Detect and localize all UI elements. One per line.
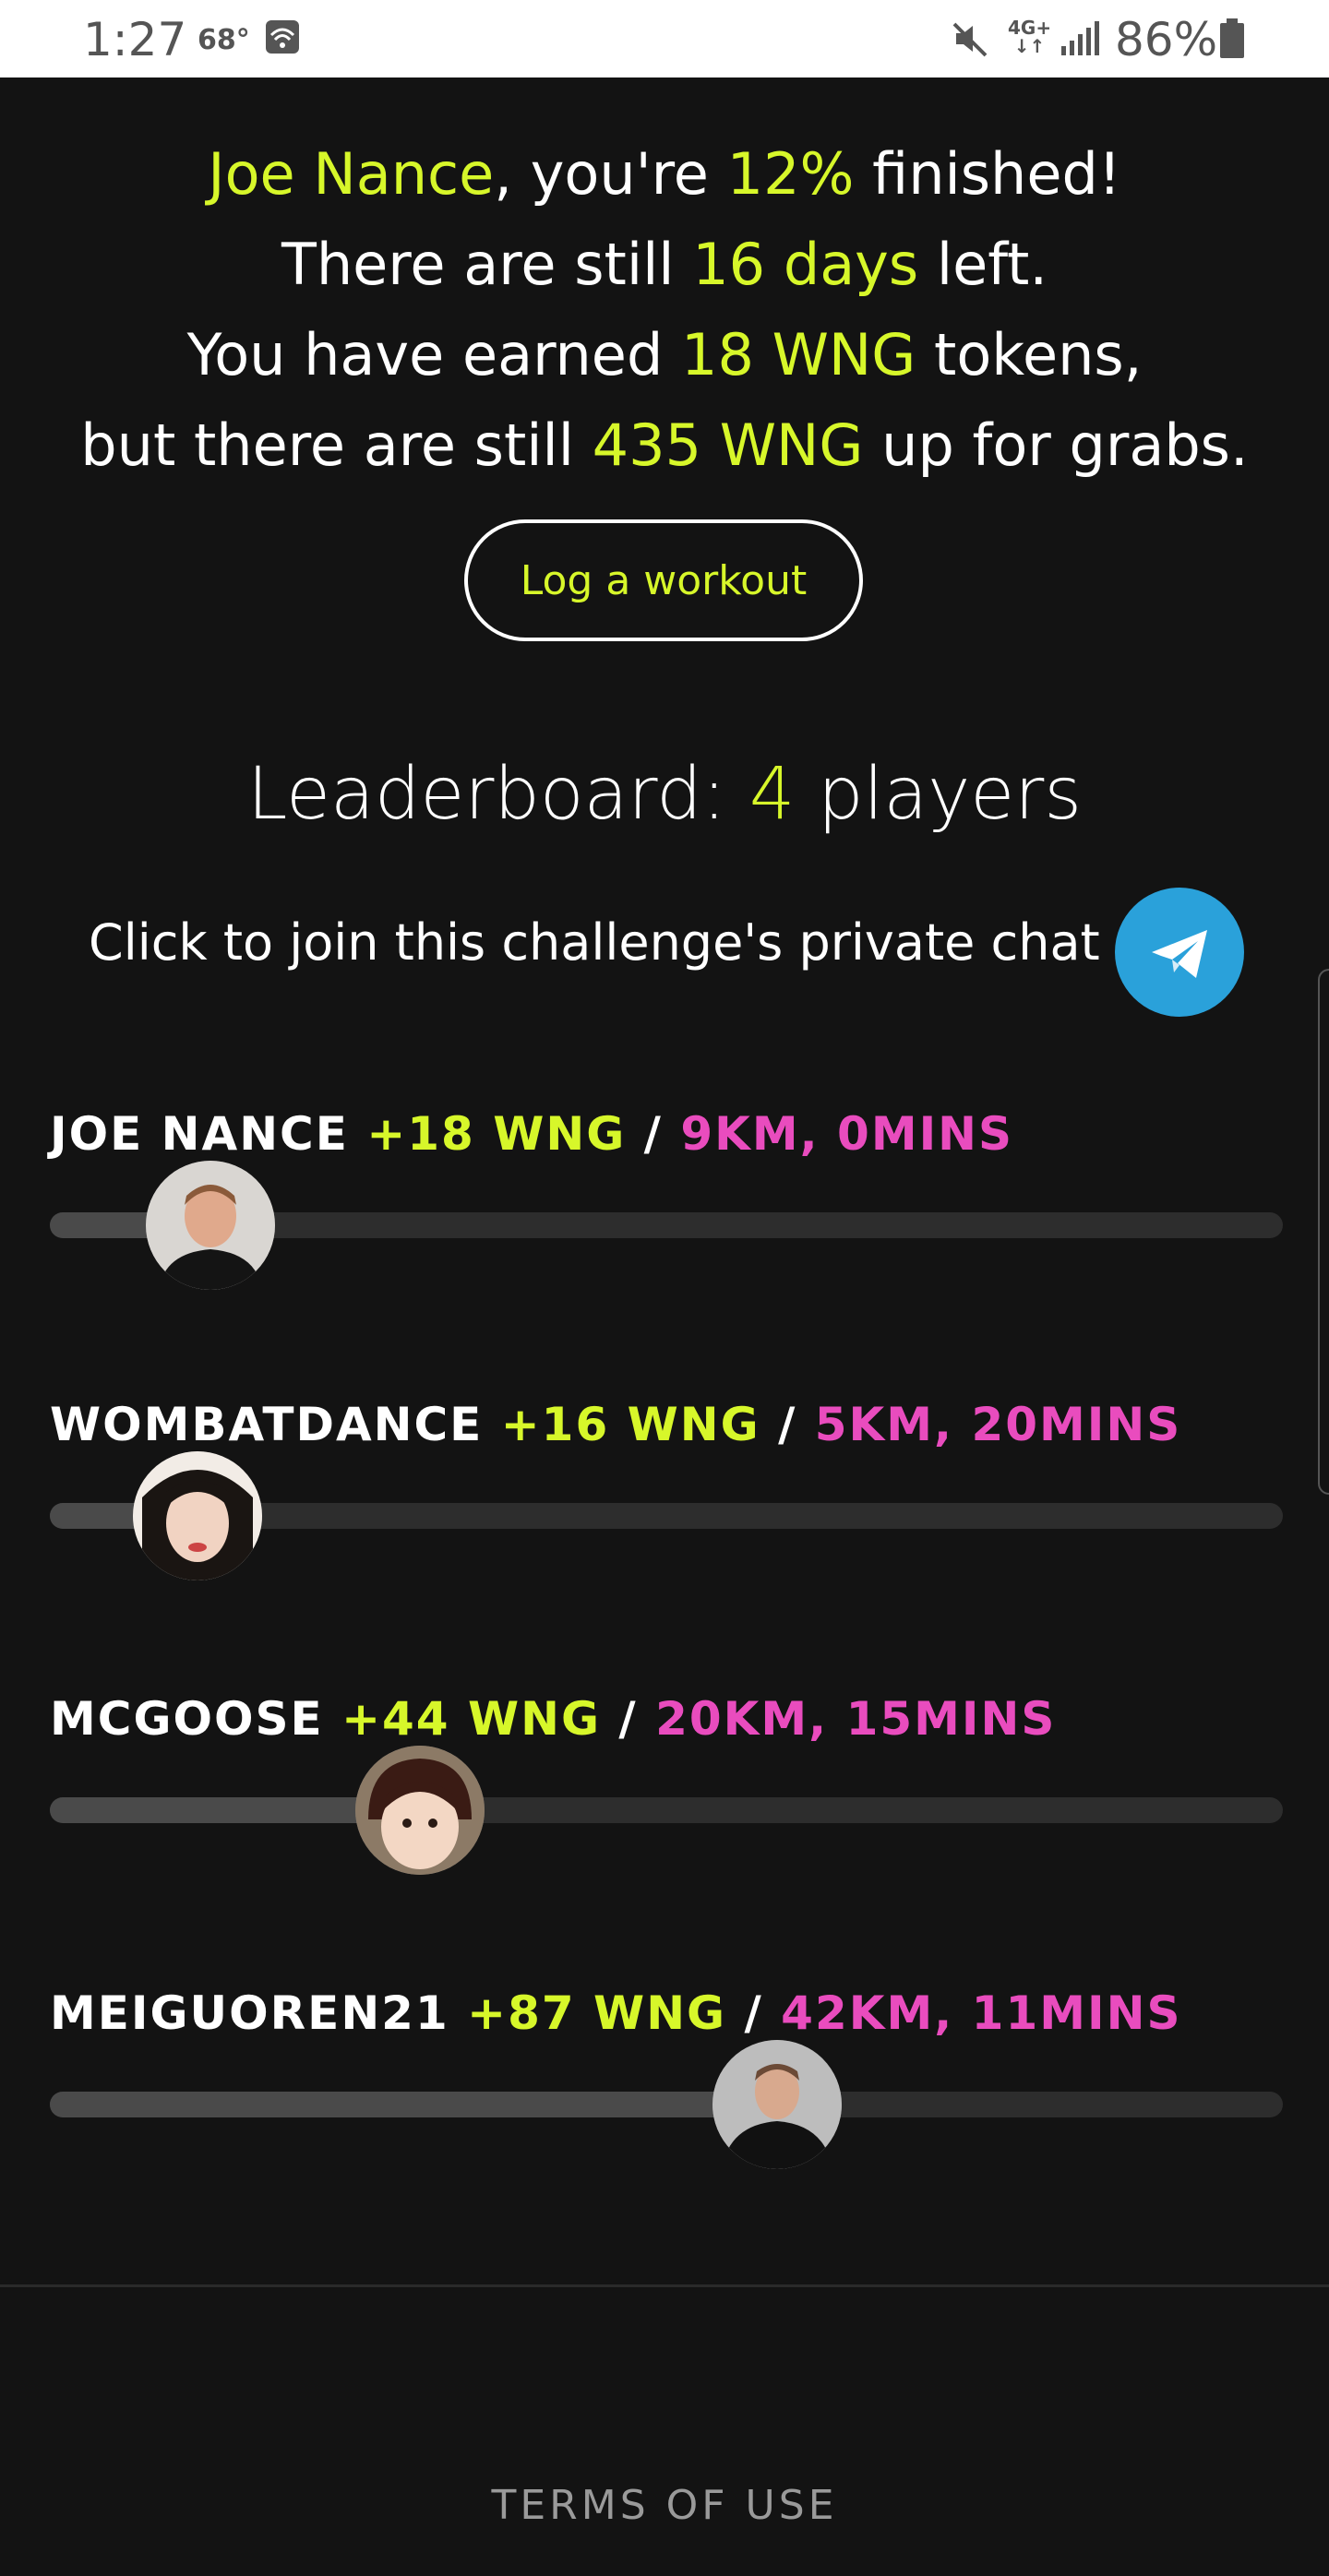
battery-icon <box>1218 18 1246 63</box>
player-row-meiguoren21: MEIGUOREN21 +87 WNG / 42KM, 11MINS <box>50 1986 1283 2171</box>
summary-line-3: You have earned 18 WNG tokens, <box>186 321 1143 388</box>
terms-of-use-link[interactable]: TERMS OF USE <box>0 2482 1329 2529</box>
progress-track <box>50 1797 1283 1823</box>
log-workout-button[interactable]: Log a workout <box>464 519 863 641</box>
player-stats: 42KM, 11MINS <box>781 1986 1182 2040</box>
summary-line-4: but there are still 435 WNG up for grabs… <box>80 411 1249 479</box>
tokens-remaining: 435 WNG <box>592 411 864 479</box>
leaderboard-title: Leaderboard: 4 players <box>246 753 1083 836</box>
footer-divider <box>0 2284 1329 2287</box>
avatar <box>133 1451 262 1580</box>
player-row-joe-nance: JOE NANCE +18 WNG / 9KM, 0MINS <box>50 1107 1283 1292</box>
summary-line-1: Joe Nance, you're 12% finished! <box>208 140 1121 208</box>
player-name: MEIGUOREN21 <box>50 1986 449 2040</box>
status-time: 1:27 <box>83 13 187 66</box>
telegram-icon[interactable] <box>1115 888 1244 1017</box>
days-left: 16 days <box>692 231 919 298</box>
percent-finished: 12% <box>726 140 855 208</box>
player-stats: 20KM, 15MINS <box>655 1692 1057 1746</box>
user-name: Joe Nance <box>208 140 495 208</box>
avatar <box>355 1746 485 1875</box>
player-points: +16 WNG <box>500 1398 760 1451</box>
player-label: WOMBATDANCE +16 WNG / 5KM, 20MINS <box>50 1398 1182 1451</box>
player-points: +44 WNG <box>341 1692 602 1746</box>
progress-track <box>50 2092 1283 2117</box>
player-points: +87 WNG <box>467 1986 727 2040</box>
join-chat-link[interactable]: Click to join this challenge's private c… <box>89 886 1244 1017</box>
join-chat-text[interactable]: Click to join this challenge's private c… <box>89 913 1100 972</box>
tokens-earned: 18 WNG <box>681 321 916 388</box>
signal-icon <box>1060 18 1100 63</box>
battery-percent: 86% <box>1115 13 1218 66</box>
player-name: WOMBATDANCE <box>50 1398 484 1451</box>
summary-line-2: There are still 16 days left. <box>281 231 1048 298</box>
player-row-mcgoose: MCGOOSE +44 WNG / 20KM, 15MINS <box>50 1692 1283 1877</box>
avatar <box>712 2040 842 2169</box>
progress-summary: Joe Nance, you're 12% finished! There ar… <box>0 129 1329 491</box>
player-count: 4 <box>748 753 796 836</box>
scrollbar[interactable] <box>1318 969 1329 1495</box>
wifi-icon <box>264 18 301 59</box>
player-points: +18 WNG <box>366 1107 627 1161</box>
player-name: MCGOOSE <box>50 1692 324 1746</box>
player-label: MCGOOSE +44 WNG / 20KM, 15MINS <box>50 1692 1057 1746</box>
player-label: JOE NANCE +18 WNG / 9KM, 0MINS <box>50 1107 1014 1161</box>
mute-icon <box>951 18 991 63</box>
player-name: JOE NANCE <box>50 1107 349 1161</box>
player-label: MEIGUOREN21 +87 WNG / 42KM, 11MINS <box>50 1986 1182 2040</box>
player-stats: 5KM, 20MINS <box>814 1398 1182 1451</box>
progress-fill <box>50 2092 777 2117</box>
status-bar: 1:27 68° 4G+ ↓↑ 86% <box>0 0 1329 78</box>
avatar <box>146 1161 275 1290</box>
player-row-wombatdance: WOMBATDANCE +16 WNG / 5KM, 20MINS <box>50 1398 1283 1582</box>
network-type: 4G+ ↓↑ <box>1008 17 1052 57</box>
status-temperature: 68° <box>198 24 250 56</box>
player-stats: 9KM, 0MINS <box>680 1107 1014 1161</box>
